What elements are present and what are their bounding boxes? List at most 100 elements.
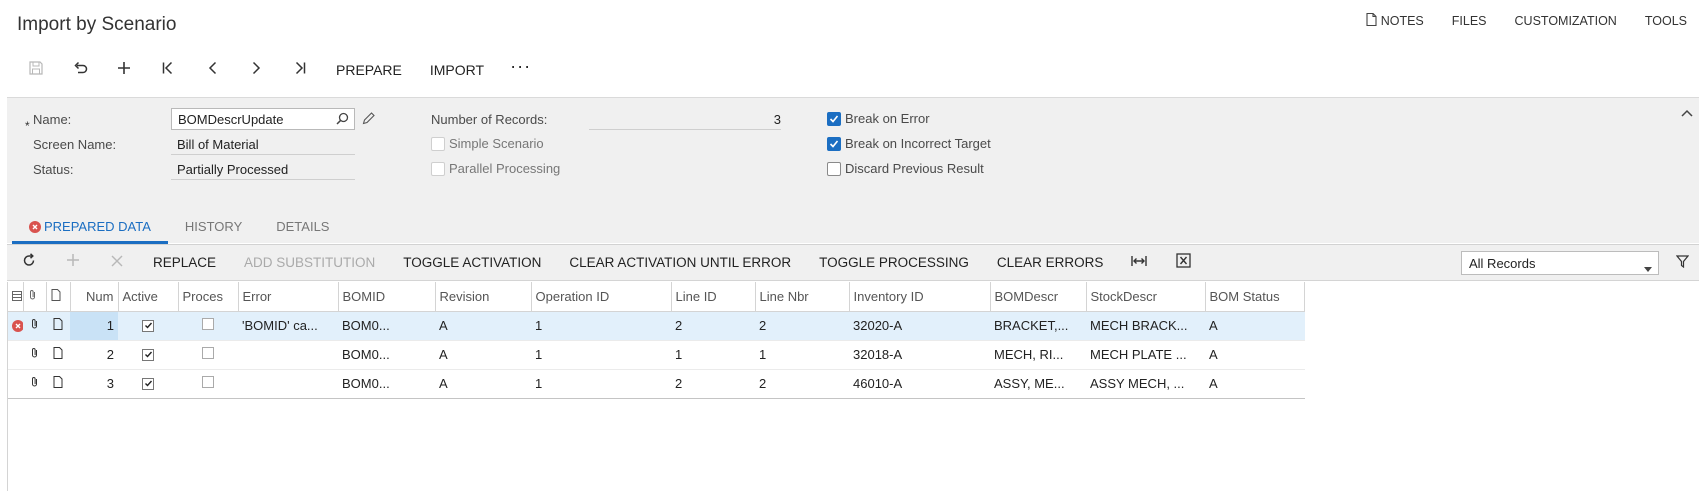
column-header-line-nbr[interactable]: Line Nbr (755, 282, 850, 312)
export-excel-button[interactable] (1161, 245, 1205, 281)
previous-record-button[interactable] (190, 57, 234, 83)
column-header-bom-status[interactable]: BOM Status (1205, 282, 1305, 312)
processed-checkbox[interactable] (178, 311, 238, 341)
fit-columns-button[interactable] (1117, 245, 1161, 281)
row-notes-cell[interactable] (46, 311, 70, 341)
tools-link[interactable]: TOOLS (1631, 13, 1699, 29)
pencil-icon[interactable] (362, 112, 375, 130)
error-cell[interactable] (238, 340, 338, 370)
line-id-cell[interactable]: 1 (671, 340, 755, 370)
num-cell[interactable]: 3 (70, 369, 118, 399)
inventory-id-cell[interactable]: 46010-A (849, 369, 990, 399)
records-filter-select[interactable]: All Records (1461, 251, 1659, 275)
bom-status-cell[interactable]: A (1205, 311, 1305, 341)
bomdescr-cell[interactable]: BRACKET,... (990, 311, 1086, 341)
name-field[interactable]: BOMDescrUpdate (171, 108, 355, 130)
toggle-activation-button[interactable]: TOGGLE ACTIVATION (389, 255, 555, 270)
row-notes-cell[interactable] (46, 340, 70, 370)
line-nbr-cell[interactable]: 2 (755, 311, 849, 341)
save-button[interactable] (14, 57, 58, 83)
column-header-revision[interactable]: Revision (435, 282, 532, 312)
next-record-button[interactable] (234, 57, 278, 83)
column-header-processed[interactable]: Proces (178, 282, 239, 312)
line-id-cell[interactable]: 2 (671, 311, 755, 341)
row-files-cell[interactable] (23, 369, 46, 399)
table-row[interactable]: 3 BOM0... A 1 2 2 46010-A ASSY, ME... AS… (8, 369, 1305, 399)
break-on-error-checkbox[interactable]: Break on Error (827, 111, 930, 126)
bomid-cell[interactable]: BOM0... (338, 369, 435, 399)
import-button[interactable]: IMPORT (416, 62, 498, 78)
tab-details[interactable]: DETAILS (259, 208, 346, 244)
column-header-stockdescr[interactable]: StockDescr (1086, 282, 1206, 312)
bomid-cell[interactable]: BOM0... (338, 311, 435, 341)
processed-checkbox[interactable] (178, 340, 238, 370)
column-header-num[interactable]: Num (70, 282, 119, 312)
row-settings-header[interactable] (8, 282, 24, 312)
last-record-button[interactable] (278, 57, 322, 83)
bomdescr-cell[interactable]: ASSY, ME... (990, 369, 1086, 399)
error-cell[interactable]: 'BOMID' ca... (238, 311, 338, 341)
column-header-inventory-id[interactable]: Inventory ID (849, 282, 991, 312)
row-files-cell[interactable] (23, 311, 46, 341)
parallel-processing-checkbox[interactable]: Parallel Processing (431, 161, 560, 176)
processed-checkbox[interactable] (178, 369, 238, 399)
customization-link[interactable]: CUSTOMIZATION (1501, 13, 1631, 29)
simple-scenario-checkbox[interactable]: Simple Scenario (431, 136, 544, 151)
active-checkbox[interactable] (118, 369, 178, 399)
revision-cell[interactable]: A (435, 369, 531, 399)
break-on-incorrect-target-checkbox[interactable]: Break on Incorrect Target (827, 136, 991, 151)
files-link[interactable]: FILES (1438, 13, 1501, 29)
num-cell[interactable]: 1 (70, 311, 118, 341)
add-substitution-button[interactable]: ADD SUBSTITUTION (230, 255, 389, 270)
row-files-cell[interactable] (23, 340, 46, 370)
table-row[interactable]: 1 'BOMID' ca... BOM0... A 1 2 2 32020-A … (8, 311, 1305, 341)
bomid-cell[interactable]: BOM0... (338, 340, 435, 370)
discard-previous-result-checkbox[interactable]: Discard Previous Result (827, 161, 984, 176)
toggle-processing-button[interactable]: TOGGLE PROCESSING (805, 255, 983, 270)
column-header-bomdescr[interactable]: BOMDescr (990, 282, 1087, 312)
column-header-operation-id[interactable]: Operation ID (531, 282, 672, 312)
active-checkbox[interactable] (118, 311, 178, 341)
operation-id-cell[interactable]: 1 (531, 311, 671, 341)
num-cell[interactable]: 2 (70, 340, 118, 370)
inventory-id-cell[interactable]: 32018-A (849, 340, 990, 370)
column-header-error[interactable]: Error (238, 282, 339, 312)
delete-row-button[interactable] (95, 245, 139, 281)
prepare-button[interactable]: PREPARE (322, 62, 416, 78)
undo-button[interactable] (58, 57, 102, 83)
stockdescr-cell[interactable]: MECH BRACK... (1086, 311, 1205, 341)
revision-cell[interactable]: A (435, 311, 531, 341)
row-notes-cell[interactable] (46, 369, 70, 399)
revision-cell[interactable]: A (435, 340, 531, 370)
column-header-line-id[interactable]: Line ID (671, 282, 756, 312)
active-checkbox[interactable] (118, 340, 178, 370)
add-button[interactable] (102, 57, 146, 83)
operation-id-cell[interactable]: 1 (531, 369, 671, 399)
clear-errors-button[interactable]: CLEAR ERRORS (983, 255, 1118, 270)
replace-button[interactable]: REPLACE (139, 255, 230, 270)
chevron-up-icon[interactable] (1681, 104, 1693, 122)
line-nbr-cell[interactable]: 1 (755, 340, 849, 370)
stockdescr-cell[interactable]: MECH PLATE ... (1086, 340, 1205, 370)
first-record-button[interactable] (146, 57, 190, 83)
stockdescr-cell[interactable]: ASSY MECH, ... (1086, 369, 1205, 399)
tab-prepared-data[interactable]: PREPARED DATA (12, 208, 168, 244)
bom-status-cell[interactable]: A (1205, 369, 1305, 399)
notes-link[interactable]: NOTES (1352, 12, 1438, 29)
bom-status-cell[interactable]: A (1205, 340, 1305, 370)
clear-activation-until-error-button[interactable]: CLEAR ACTIVATION UNTIL ERROR (555, 255, 805, 270)
bomdescr-cell[interactable]: MECH, RI... (990, 340, 1086, 370)
table-row[interactable]: 2 BOM0... A 1 1 1 32018-A MECH, RI... ME… (8, 340, 1305, 370)
error-cell[interactable] (238, 369, 338, 399)
line-nbr-cell[interactable]: 2 (755, 369, 849, 399)
tab-history[interactable]: HISTORY (168, 208, 259, 244)
add-row-button[interactable] (51, 245, 95, 281)
operation-id-cell[interactable]: 1 (531, 340, 671, 370)
inventory-id-cell[interactable]: 32020-A (849, 311, 990, 341)
column-header-active[interactable]: Active (118, 282, 179, 312)
column-header-bomid[interactable]: BOMID (338, 282, 436, 312)
refresh-button[interactable] (7, 245, 51, 281)
search-icon[interactable] (336, 112, 349, 128)
filter-icon[interactable] (1675, 255, 1690, 273)
more-button[interactable]: ··· (498, 56, 543, 77)
